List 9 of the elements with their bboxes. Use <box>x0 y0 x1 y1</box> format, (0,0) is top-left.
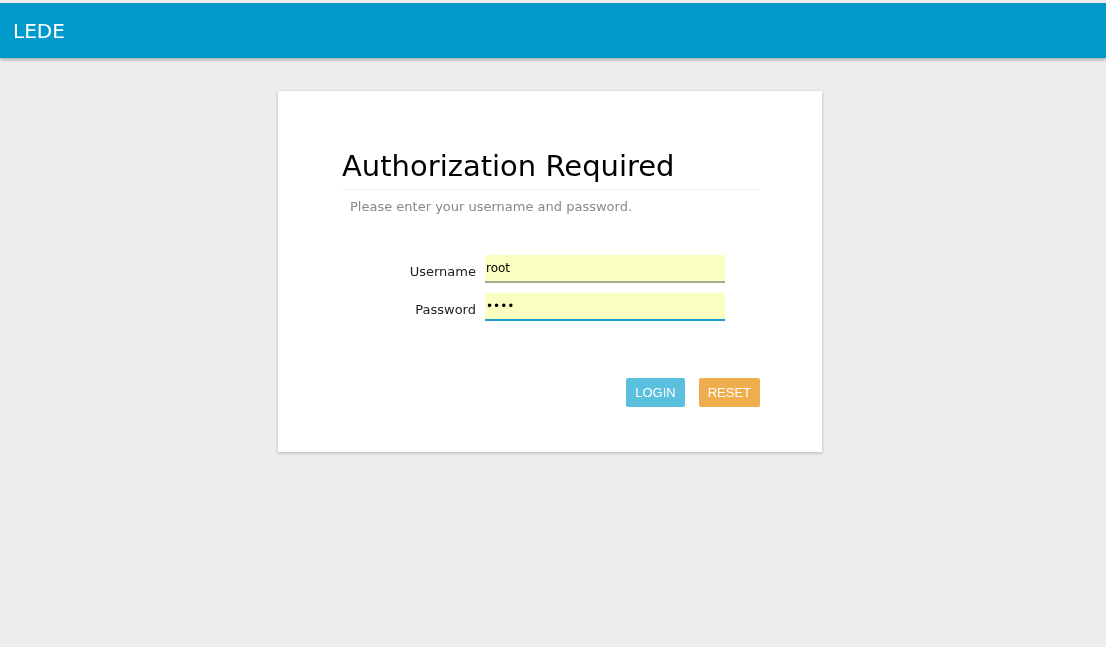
brand-title[interactable]: LEDE <box>13 18 65 43</box>
form-button[interactable]: RESET <box>698 378 760 407</box>
login-description: Please enter your username and password. <box>350 199 634 214</box>
field-label: Username <box>408 264 477 281</box>
form-button[interactable]: LOGIN <box>626 378 685 407</box>
field-label: Password <box>414 302 477 319</box>
input-field[interactable]: root <box>485 255 725 283</box>
login-title: Authorization Required <box>342 149 760 190</box>
input-field[interactable]: •••• <box>485 293 725 321</box>
